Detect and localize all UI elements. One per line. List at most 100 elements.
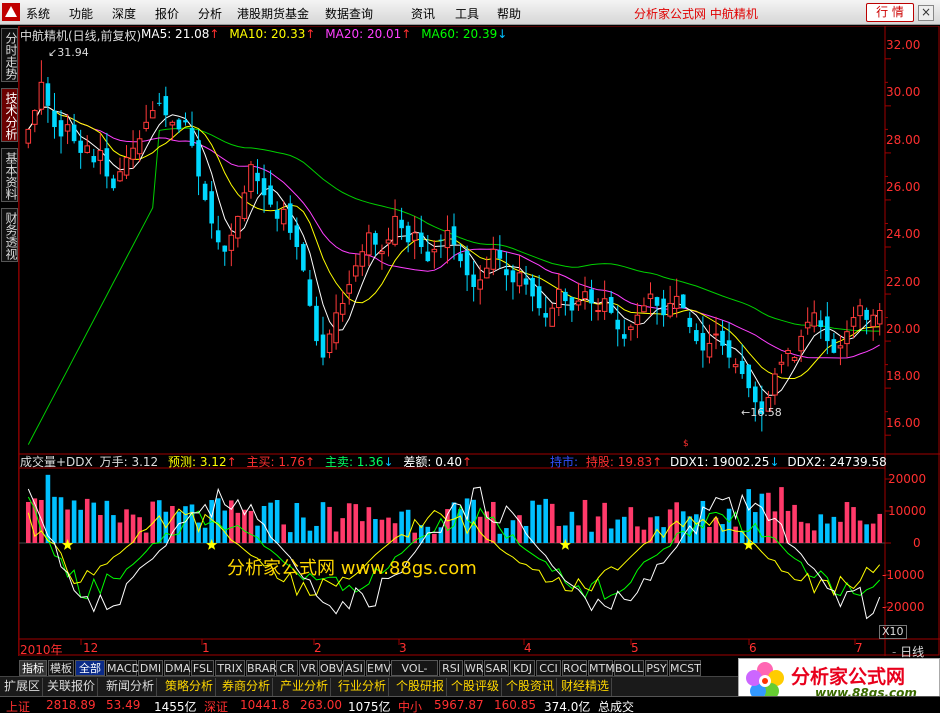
volume-bar (458, 509, 463, 543)
candle-body (804, 321, 811, 329)
candle-body (713, 333, 719, 336)
volume-bar (582, 499, 588, 543)
toolbar-industry-chain-analysis[interactable]: 产业分析 (278, 678, 332, 696)
candle-body (255, 172, 260, 182)
menu-item-analysis[interactable]: 分析 (198, 5, 222, 22)
candle-body (169, 121, 176, 126)
candle-body (418, 232, 424, 247)
zoom-indicator[interactable]: X10 (879, 625, 907, 639)
toolbar-stock-news[interactable]: 个股资讯 (504, 678, 558, 696)
menu-item-help[interactable]: 帮助 (497, 5, 521, 22)
indicator-tab-mcst[interactable]: MCST (669, 660, 701, 676)
volume-bar (353, 504, 359, 543)
indicator-tab-rsi[interactable]: RSI (439, 660, 463, 676)
toolbar-related-quotes[interactable]: 关联报价 (45, 678, 99, 696)
indicator-tab-roc[interactable]: ROC (562, 660, 587, 676)
toolbar-stock-research[interactable]: 个股研报 (394, 678, 448, 696)
side-tab-financials[interactable]: 财务透视 (1, 208, 18, 262)
indicator-tab-wr[interactable]: WR (464, 660, 484, 676)
indicator-tab-cr[interactable]: CR (276, 660, 298, 676)
indicator-tab-obv[interactable]: OBV (319, 660, 343, 676)
candle-body (483, 267, 490, 279)
vol-y-tick-neg10000: -10000 (882, 568, 925, 582)
volume-bar (432, 533, 437, 543)
toolbar-extension-area[interactable]: 扩展区 (2, 678, 44, 696)
candle-body (844, 331, 850, 345)
indicator-tab-template[interactable]: 模板 (48, 660, 74, 676)
candle-body (857, 305, 863, 317)
candle-body (307, 279, 313, 306)
indicator-tab-emv[interactable]: EMV (366, 660, 391, 676)
indicator-tab-asi[interactable]: ASI (343, 660, 365, 676)
x-label-dec: 12 (83, 641, 99, 655)
indicator-tab-mtm[interactable]: MTM (588, 660, 615, 676)
indicator-tab-brar[interactable]: BRAR (246, 660, 277, 676)
side-tab-technical[interactable]: 技术分析 (1, 88, 18, 142)
indicator-tab-cci[interactable]: CCI (536, 660, 561, 676)
indicator-tab-boll[interactable]: BOLL (614, 660, 644, 676)
side-tab-intraday[interactable]: 分时走势 (1, 28, 18, 82)
toolbar-broker-analysis[interactable]: 券商分析 (220, 678, 274, 696)
volume-bar (71, 500, 77, 543)
candle-body (661, 298, 666, 316)
menu-item-tools[interactable]: 工具 (455, 5, 479, 22)
watermark-text: 分析家公式网 www.88gs.com (227, 558, 477, 579)
vol-y-tick-0: 0 (913, 536, 921, 550)
indicator-tab-all[interactable]: 全部 (75, 660, 105, 676)
toolbar-finance-picks[interactable]: 财经精选 (559, 678, 613, 696)
menu-item-function[interactable]: 功能 (69, 5, 93, 22)
indicator-tab-sar[interactable]: SAR (484, 660, 509, 676)
indicator-tab-macd[interactable]: MACD (106, 660, 140, 676)
candle-body (268, 185, 273, 205)
indicator-tab-dmi[interactable]: DMI (138, 660, 163, 676)
menu-item-hk-futures-funds[interactable]: 港股期货基金 (237, 5, 309, 22)
candle-body (38, 81, 45, 110)
volume-bar (360, 521, 365, 543)
indicator-tab-index[interactable]: 指标 (19, 660, 47, 676)
menu-item-data-query[interactable]: 数据查询 (325, 5, 373, 22)
window-close-button[interactable]: × (918, 5, 934, 21)
indicator-tab-vr[interactable]: VR (299, 660, 318, 676)
volume-bar (143, 532, 149, 543)
candle-body (464, 250, 470, 276)
indicator-tab-psy[interactable]: PSY (645, 660, 668, 676)
chart-area[interactable]: $ 中航精机(日线,前复权) MA5: 21.08↑ MA10: 20.33↑ … (19, 26, 940, 659)
volume-title: 成交量+DDX (20, 455, 93, 469)
toolbar-news-analysis[interactable]: 新闻分析 (104, 678, 158, 696)
indicator-tab-dma[interactable]: DMA (164, 660, 191, 676)
menu-item-news[interactable]: 资讯 (411, 5, 435, 22)
candle-body (530, 277, 535, 297)
x-label-jul: 7 (855, 641, 863, 655)
volume-bar (733, 526, 738, 543)
volume-bar (602, 502, 607, 543)
indicator-tab-vol-tdx[interactable]: VOL-TDX (391, 660, 438, 690)
indicator-tab-kdj[interactable]: KDJ (510, 660, 535, 676)
volume-bar (333, 531, 339, 543)
indicator-tab-trix[interactable]: TRIX (215, 660, 245, 676)
menu-item-quote[interactable]: 报价 (155, 5, 179, 22)
candle-body (746, 364, 752, 389)
candle-body (621, 334, 627, 339)
toolbar-strategy-analysis[interactable]: 策略分析 (163, 678, 217, 696)
candle-body (25, 128, 32, 144)
volume-bar (386, 517, 391, 543)
candle-body (831, 339, 837, 353)
candle-body (628, 326, 634, 331)
candle-body (392, 215, 398, 245)
indicator-tab-fsl[interactable]: FSL (191, 660, 214, 676)
candle-body (91, 156, 97, 163)
menu-item-depth[interactable]: 深度 (112, 5, 136, 22)
candle-body (189, 128, 195, 146)
toolbar-stock-rating[interactable]: 个股评级 (449, 678, 503, 696)
stock-chart[interactable]: $ (19, 26, 940, 656)
volume-bar (635, 526, 640, 543)
menu-item-system[interactable]: 系统 (26, 5, 50, 22)
side-tab-fundamentals[interactable]: 基本资料 (1, 148, 18, 202)
volume-bar (549, 503, 555, 543)
x-label-jun: 6 (749, 641, 757, 655)
candle-body (589, 289, 594, 304)
quote-button[interactable]: 行 情 (866, 3, 914, 22)
volume-bar (222, 510, 228, 543)
volume-bar (687, 516, 693, 543)
toolbar-sector-analysis[interactable]: 行业分析 (336, 678, 390, 696)
